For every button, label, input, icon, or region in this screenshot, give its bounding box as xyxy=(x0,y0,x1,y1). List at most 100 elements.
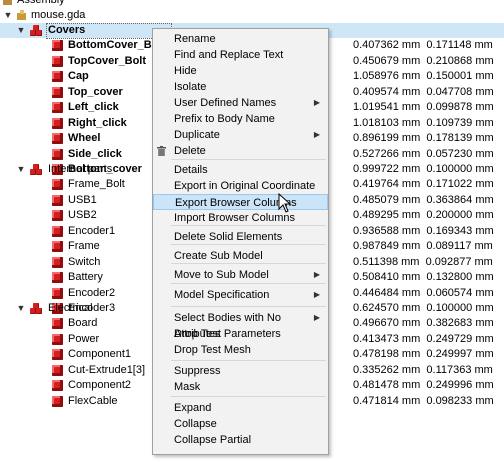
column-value: 0.896199 mm 0.178139 mm xyxy=(353,131,494,146)
menu-item-export-in-original-coordinate[interactable]: Export in Original Coordinate xyxy=(153,178,328,194)
tree-item-label: Frame xyxy=(68,240,100,252)
thickness-value: 0.407362 mm xyxy=(353,39,421,51)
thickness-value: 0.446484 mm xyxy=(353,286,421,299)
offset-value: 0.150001 mm xyxy=(426,70,494,82)
column-value: 0.987849 mm 0.089117 mm xyxy=(353,239,493,254)
column-value: 0.407362 mm 0.171148 mm xyxy=(353,38,493,53)
menu-item-details[interactable]: Details xyxy=(153,162,328,178)
thickness-value: 0.489295 mm xyxy=(353,209,421,221)
menu-item-label: Drop Test Parameters xyxy=(174,328,281,340)
menu-item-label: User Defined Names xyxy=(174,97,277,109)
offset-value: 0.099878 mm xyxy=(426,101,494,113)
menu-item-label: Create Sub Model xyxy=(174,250,263,262)
submenu-arrow-icon: ▶ xyxy=(313,270,320,279)
tree-label-assembly: Assembly xyxy=(17,0,65,6)
tree-item-label: Power xyxy=(68,332,100,345)
part-icon xyxy=(52,241,63,252)
part-icon xyxy=(52,333,63,345)
menu-item-delete-solid-elements[interactable]: Delete Solid Elements xyxy=(153,229,328,245)
menu-item-suppress[interactable]: Suppress xyxy=(153,363,328,379)
collapse-icon[interactable]: ▼ xyxy=(16,162,26,177)
menu-item-duplicate[interactable]: Duplicate ▶ xyxy=(153,127,328,143)
submenu-arrow-icon: ▶ xyxy=(313,130,320,139)
part-icon xyxy=(52,102,63,113)
collapse-icon[interactable]: ▼ xyxy=(3,8,13,23)
menu-item-drop-test-parameters[interactable]: Drop Test Parameters xyxy=(153,326,328,342)
part-group-icon xyxy=(30,25,42,36)
offset-value: 0.171022 mm xyxy=(426,178,494,190)
thickness-value: 0.987849 mm xyxy=(353,240,421,252)
thickness-value: 0.409574 mm xyxy=(353,85,421,98)
menu-item-delete[interactable]: Delete xyxy=(153,143,328,159)
part-icon xyxy=(52,287,63,299)
offset-value: 0.363864 mm xyxy=(426,193,494,206)
part-icon xyxy=(52,148,63,160)
part-icon xyxy=(52,256,63,268)
menu-item-label: Export in Original Coordinate xyxy=(174,180,316,192)
menu-item-drop-test-mesh[interactable]: Drop Test Mesh xyxy=(153,342,328,358)
menu-item-mask[interactable]: Mask xyxy=(153,379,328,395)
menu-item-model-specification[interactable]: Model Specification ▶ xyxy=(153,287,328,303)
collapse-icon[interactable]: ▼ xyxy=(16,23,26,38)
part-icon xyxy=(52,272,63,283)
submenu-arrow-icon: ▶ xyxy=(313,290,320,299)
part-group-icon xyxy=(30,164,42,175)
menu-item-label: Details xyxy=(174,164,208,176)
menu-item-label: Model Specification xyxy=(174,289,270,301)
offset-value: 0.171148 mm xyxy=(426,39,493,51)
offset-value: 0.109739 mm xyxy=(426,116,494,129)
menu-separator xyxy=(171,360,326,361)
tree-item-label: FlexCable xyxy=(68,394,118,407)
thickness-value: 0.450679 mm xyxy=(353,54,421,67)
tree-group-label: Internal parts xyxy=(48,163,113,175)
offset-value: 0.117363 mm xyxy=(426,363,493,376)
tree-item-label: Cut-Extrude1[3] xyxy=(68,363,146,376)
menu-item-rename[interactable]: Rename xyxy=(153,31,328,47)
collapse-icon[interactable]: ▼ xyxy=(16,301,26,316)
thickness-value: 0.471814 mm xyxy=(353,394,421,407)
offset-value: 0.210868 mm xyxy=(426,54,494,67)
menu-item-user-defined-names[interactable]: User Defined Names ▶ xyxy=(153,95,328,111)
menu-item-create-sub-model[interactable]: Create Sub Model xyxy=(153,248,328,264)
menu-item-prefix-to-body-name[interactable]: Prefix to Body Name xyxy=(153,111,328,127)
menu-item-collapse[interactable]: Collapse xyxy=(153,416,328,432)
tree-row-assembly[interactable]: Assembly xyxy=(0,0,504,8)
thickness-value: 0.496670 mm xyxy=(353,317,421,329)
menu-item-hide[interactable]: Hide xyxy=(153,63,328,79)
offset-value: 0.092877 mm xyxy=(425,255,493,268)
menu-item-isolate[interactable]: Isolate xyxy=(153,79,328,95)
column-value: 0.489295 mm 0.200000 mm xyxy=(353,208,494,223)
menu-item-find-and-replace-text[interactable]: Find and Replace Text xyxy=(153,47,328,63)
thickness-value: 0.508410 mm xyxy=(353,271,421,283)
column-value: 0.485079 mm 0.363864 mm xyxy=(353,193,494,208)
column-value: 0.335262 mm 0.117363 mm xyxy=(353,363,493,378)
part-icon xyxy=(52,117,63,129)
part-icon xyxy=(52,179,63,190)
offset-value: 0.132800 mm xyxy=(426,271,494,283)
menu-item-expand[interactable]: Expand xyxy=(153,400,328,416)
tree-item-label: USB1 xyxy=(68,193,97,206)
part-icon xyxy=(52,210,63,221)
menu-item-import-browser-columns[interactable]: Import Browser Columns xyxy=(153,210,328,226)
tree-item-label: Right_click xyxy=(68,116,127,129)
thickness-value: 1.018103 mm xyxy=(353,116,421,129)
menu-item-select-bodies-with-no-attributes[interactable]: Select Bodies with No Attributes ▶ xyxy=(153,310,328,340)
part-icon xyxy=(52,225,63,237)
offset-value: 0.200000 mm xyxy=(426,209,494,221)
menu-item-move-to-sub-model[interactable]: Move to Sub Model ▶ xyxy=(153,267,328,283)
thickness-value: 0.936588 mm xyxy=(353,224,421,237)
column-value: 0.496670 mm 0.382683 mm xyxy=(353,316,494,331)
menu-item-export-browser-columns[interactable]: Export Browser Columns xyxy=(153,194,328,210)
menu-separator xyxy=(171,283,326,284)
menu-item-label: Hide xyxy=(174,65,197,77)
part-icon xyxy=(52,133,63,144)
menu-item-label: Import Browser Columns xyxy=(174,212,296,224)
part-icon xyxy=(52,364,63,376)
tree-item-label: TopCover_Bolt xyxy=(68,54,147,67)
menu-separator xyxy=(171,159,326,160)
part-icon xyxy=(52,194,63,206)
column-value: 0.481478 mm 0.249996 mm xyxy=(353,378,494,393)
part-icon xyxy=(52,318,63,329)
menu-item-collapse-partial[interactable]: Collapse Partial xyxy=(153,432,328,448)
tree-row-file[interactable]: ▼ mouse.gda xyxy=(0,8,504,23)
